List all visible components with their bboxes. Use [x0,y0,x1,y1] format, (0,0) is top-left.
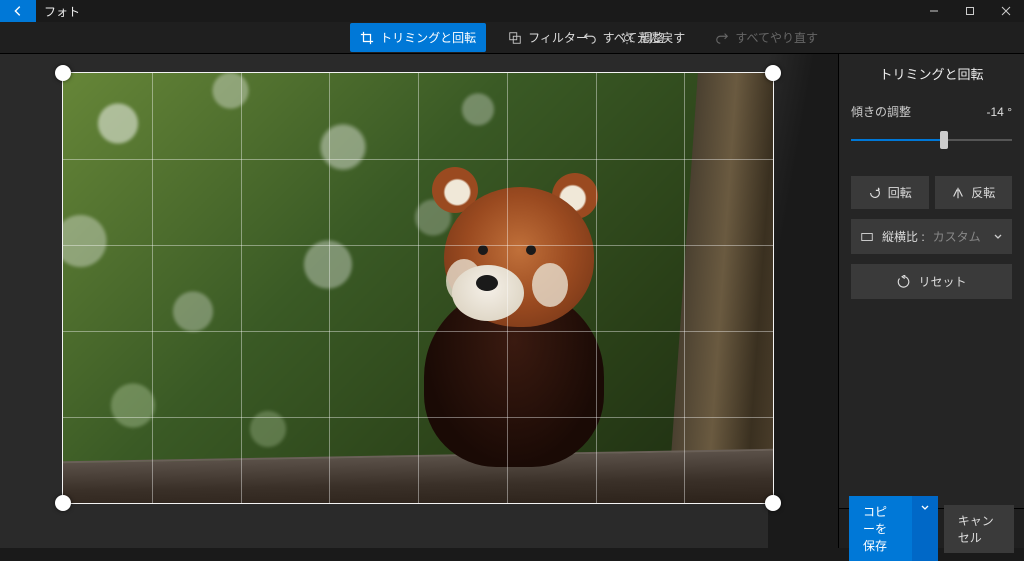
rotate-label: 回転 [888,184,912,201]
tilt-value: -14 ° [987,105,1012,119]
aspect-label: 縦横比 : [882,228,925,245]
side-panel: トリミングと回転 傾きの調整 -14 ° 回転 反転 [838,54,1024,548]
cancel-button[interactable]: キャンセル [944,505,1014,553]
undo-all-label: すべて元に戻す [603,29,686,46]
redo-icon [715,31,729,45]
reset-button[interactable]: リセット [851,264,1012,299]
rotate-button[interactable]: 回転 [851,176,929,209]
aspect-ratio-dropdown[interactable]: 縦横比 : カスタム [851,219,1012,254]
crop-icon [360,31,374,45]
tilt-slider-fill [851,139,944,141]
canvas-bg-stripe [768,54,838,548]
chevron-down-icon [993,232,1003,242]
arrow-left-icon [11,4,25,18]
app-title: フォト [36,3,80,20]
window-controls [916,0,1024,22]
save-dropdown-button[interactable] [912,496,938,561]
toolbar: トリミングと回転 フィルター 調整 すべて元に戻す すべてやり直す [0,22,1024,54]
close-button[interactable] [988,0,1024,22]
reset-label: リセット [918,273,966,290]
footer: コピーを保存 キャンセル [839,508,1024,548]
back-button[interactable] [0,0,36,22]
crop-handle-bl[interactable] [55,495,71,511]
redo-button: すべてやり直す [705,23,828,52]
tilt-slider[interactable] [851,130,1012,150]
crop-handle-tr[interactable] [765,65,781,81]
save-copy-button[interactable]: コピーを保存 [849,496,912,561]
crop-handle-tl[interactable] [55,65,71,81]
tilt-slider-thumb[interactable] [940,131,948,149]
rotate-icon [868,186,882,200]
cancel-label: キャンセル [958,514,994,545]
undo-all-button[interactable]: すべて元に戻す [573,23,696,52]
maximize-button[interactable] [952,0,988,22]
tab-crop-rotate[interactable]: トリミングと回転 [350,23,486,52]
maximize-icon [965,6,975,16]
close-icon [1001,6,1011,16]
aspect-icon [860,230,874,244]
crop-box[interactable] [62,72,774,504]
panel-title: トリミングと回転 [839,54,1024,93]
flip-label: 反転 [971,184,995,201]
reset-icon [896,275,910,289]
tilt-label: 傾きの調整 [851,103,911,120]
flip-button[interactable]: 反転 [935,176,1013,209]
undo-icon [583,31,597,45]
chevron-down-icon [920,503,930,513]
save-copy-label: コピーを保存 [863,503,898,554]
titlebar: フォト [0,0,1024,22]
redo-label: すべてやり直す [735,29,818,46]
tab-crop-rotate-label: トリミングと回転 [380,29,476,46]
flip-icon [951,186,965,200]
minimize-button[interactable] [916,0,952,22]
crop-handle-br[interactable] [765,495,781,511]
aspect-value: カスタム [933,228,981,245]
minimize-icon [929,6,939,16]
canvas-area[interactable] [0,54,838,548]
filter-icon [508,31,522,45]
main: トリミングと回転 傾きの調整 -14 ° 回転 反転 [0,54,1024,548]
